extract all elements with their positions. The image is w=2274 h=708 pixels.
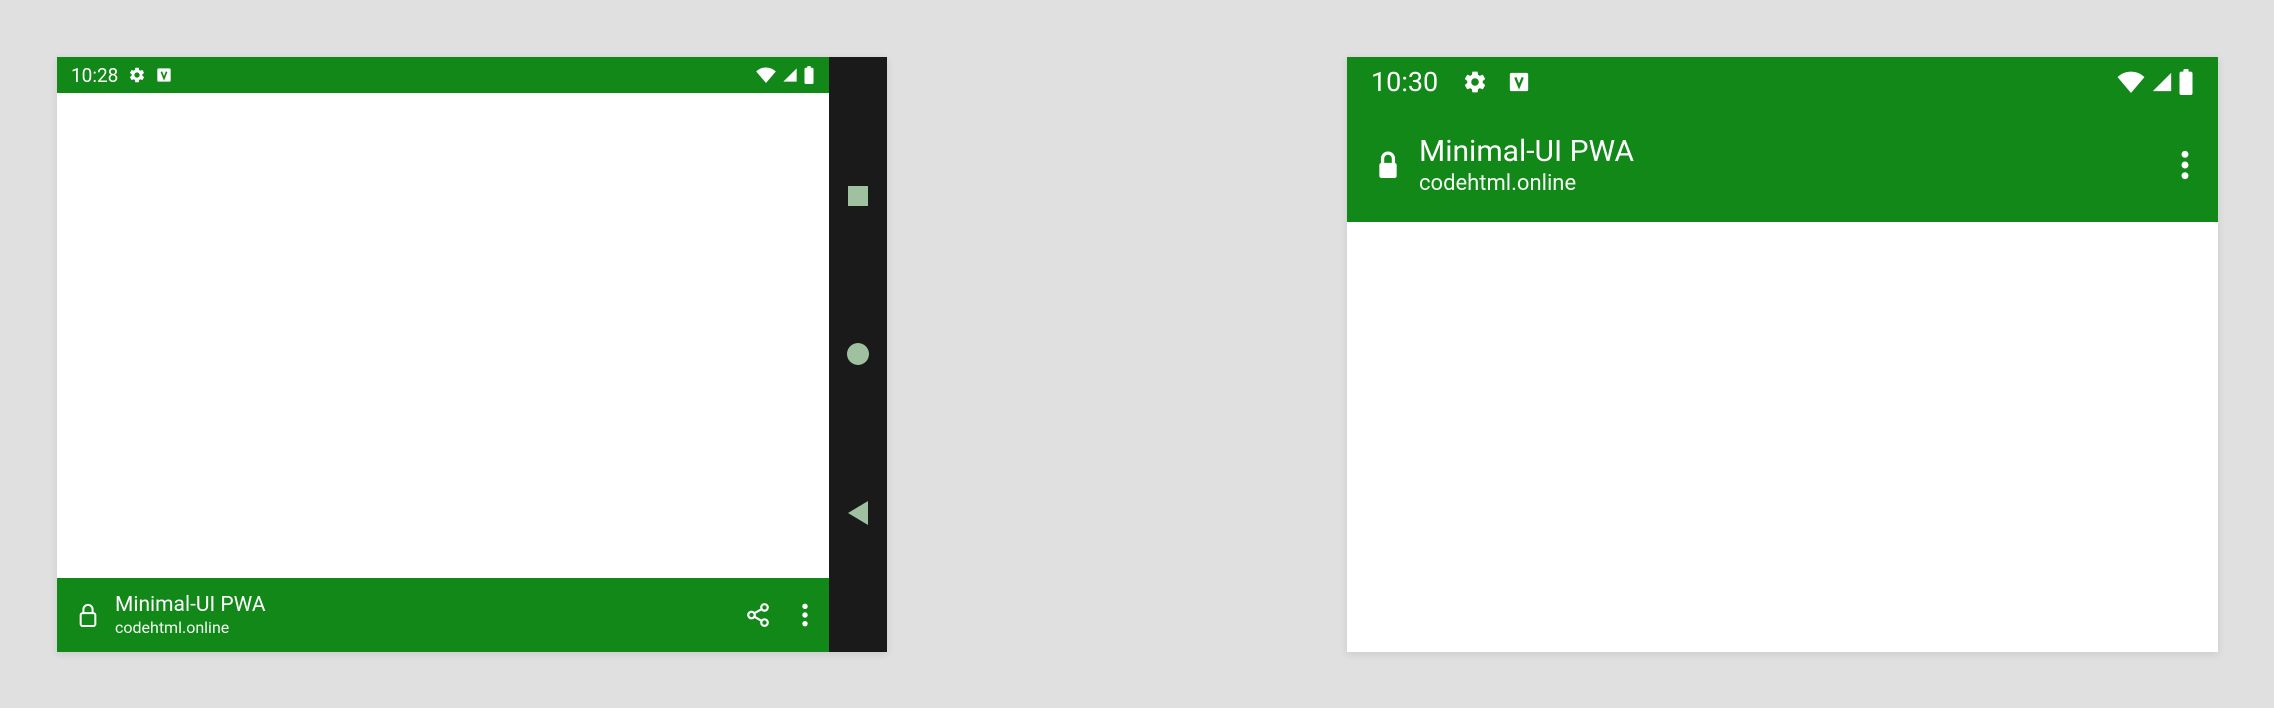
wifi-icon [2116,71,2146,93]
device-landscape-content: 10:28 [57,57,829,652]
app-origin: codehtml.online [1419,171,2180,196]
share-icon[interactable] [745,602,771,628]
status-bar-left: 10:28 [71,64,172,87]
app-badge-icon [156,67,172,83]
cell-signal-icon [781,67,799,83]
status-bar: 10:30 [1347,57,2218,107]
status-bar: 10:28 [57,57,829,93]
app-bar-title-wrap: Minimal-UI PWA codehtml.online [115,593,745,637]
wifi-icon [755,67,777,83]
app-bar: Minimal-UI PWA codehtml.online [1347,107,2218,222]
status-time: 10:28 [71,64,118,87]
gear-icon [1462,69,1488,95]
nav-recent-button[interactable] [847,185,869,207]
system-nav-bar [829,57,887,652]
lock-icon [1375,149,1401,181]
status-bar-left: 10:30 [1371,66,1530,98]
app-title: Minimal-UI PWA [115,593,745,618]
device-landscape: 10:28 [57,57,887,652]
app-title: Minimal-UI PWA [1419,133,2180,171]
app-bar: Minimal-UI PWA codehtml.online [57,578,829,652]
status-bar-right [755,66,815,84]
lock-icon [77,602,99,628]
device-portrait: 10:30 Minimal-UI PWA codeh [1347,57,2218,652]
app-badge-icon [1508,71,1530,93]
nav-back-button[interactable] [847,502,869,524]
app-bar-actions [745,602,809,628]
status-bar-right [2116,69,2194,95]
more-icon[interactable] [801,602,809,628]
battery-icon [803,66,815,84]
nav-home-button[interactable] [847,343,869,365]
page-content [57,93,829,578]
app-bar-title-wrap: Minimal-UI PWA codehtml.online [1419,133,2180,196]
gear-icon [128,66,146,84]
cell-signal-icon [2150,71,2174,93]
battery-icon [2178,69,2194,95]
status-time: 10:30 [1371,66,1438,98]
more-icon[interactable] [2180,149,2190,181]
app-origin: codehtml.online [115,618,745,637]
page-content [1347,222,2218,652]
